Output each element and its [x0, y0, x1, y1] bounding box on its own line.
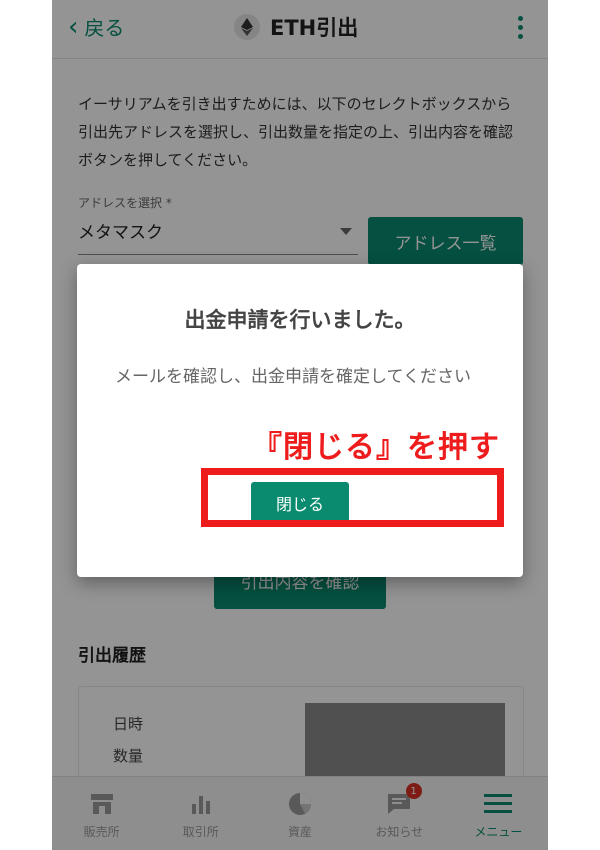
annotation-highlight-box	[201, 468, 504, 527]
dialog-title: 出金申請を行いました。	[184, 308, 416, 332]
app-screen: ‹ 戻る ETH引出 イーサリアムを引き出すためには、以下のセレクトボックスから…	[52, 0, 548, 850]
annotation-label: 『閉じる』を押す	[252, 430, 500, 465]
withdraw-request-dialog: 出金申請を行いました。 メールを確認し、出金申請を確定してください 閉じる	[77, 264, 523, 577]
dialog-message: メールを確認し、出金申請を確定してください	[115, 367, 471, 387]
